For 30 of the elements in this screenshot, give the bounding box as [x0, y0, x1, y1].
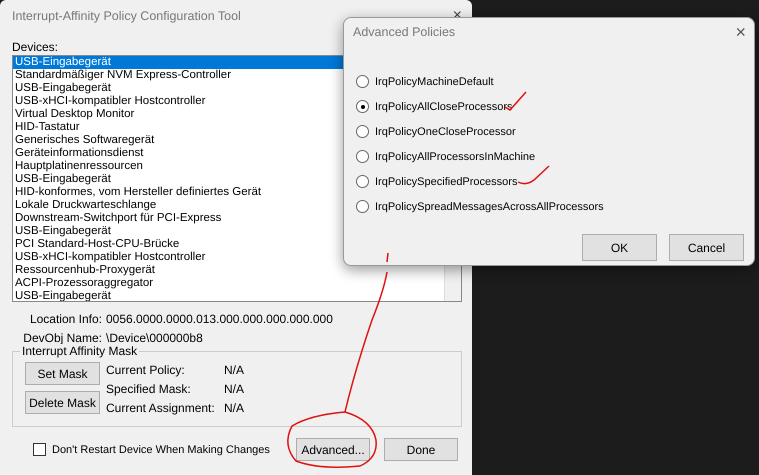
mask-button[interactable]: Delete Mask [25, 391, 100, 414]
field-value: N/A [224, 401, 244, 414]
mask-button[interactable]: Set Mask [25, 362, 100, 385]
info-value: 0056.0000.0000.013.000.000.000.000.000 [106, 312, 333, 326]
device-item[interactable]: ACPI-Prozessoraggregator [13, 277, 444, 290]
dialog-button[interactable]: Done [384, 438, 458, 461]
field-value: N/A [224, 363, 244, 376]
field-label: Current Assignment: [106, 401, 216, 414]
info-label: DevObj Name: [22, 331, 102, 345]
device-item[interactable]: Ressourcenhub-Proxygerät [13, 264, 444, 277]
dialog-title: Advanced Policies [353, 25, 456, 39]
checkbox-label: Don't Restart Device When Making Changes [52, 444, 270, 456]
dialog-button[interactable]: OK [582, 234, 657, 261]
dialog-button[interactable]: Cancel [669, 234, 744, 261]
group-title: Interrupt Affinity Mask [20, 344, 140, 358]
devices-label: Devices: [12, 40, 60, 54]
radio-label: IrqPolicySpreadMessagesAcrossAllProcessors [375, 200, 604, 212]
close-button[interactable]: × [735, 22, 746, 42]
window-title: Interrupt-Affinity Policy Configuration Tool [12, 9, 241, 23]
info-label: Location Info: [28, 312, 102, 326]
radio-label: IrqPolicyOneCloseProcessor [375, 126, 516, 138]
field-label: Current Policy: [106, 363, 186, 376]
dialog-button[interactable]: Advanced... [296, 438, 370, 461]
field-label: Specified Mask: [106, 382, 192, 395]
radio-label: IrqPolicyAllCloseProcessors [375, 100, 513, 112]
radio-label: IrqPolicyAllProcessorsInMachine [375, 150, 536, 162]
field-value: N/A [224, 382, 244, 395]
radio-label: IrqPolicySpecifiedProcessors [375, 176, 518, 188]
radio-label: IrqPolicyMachineDefault [375, 76, 494, 88]
info-value: \Device\000000b8 [106, 331, 203, 345]
